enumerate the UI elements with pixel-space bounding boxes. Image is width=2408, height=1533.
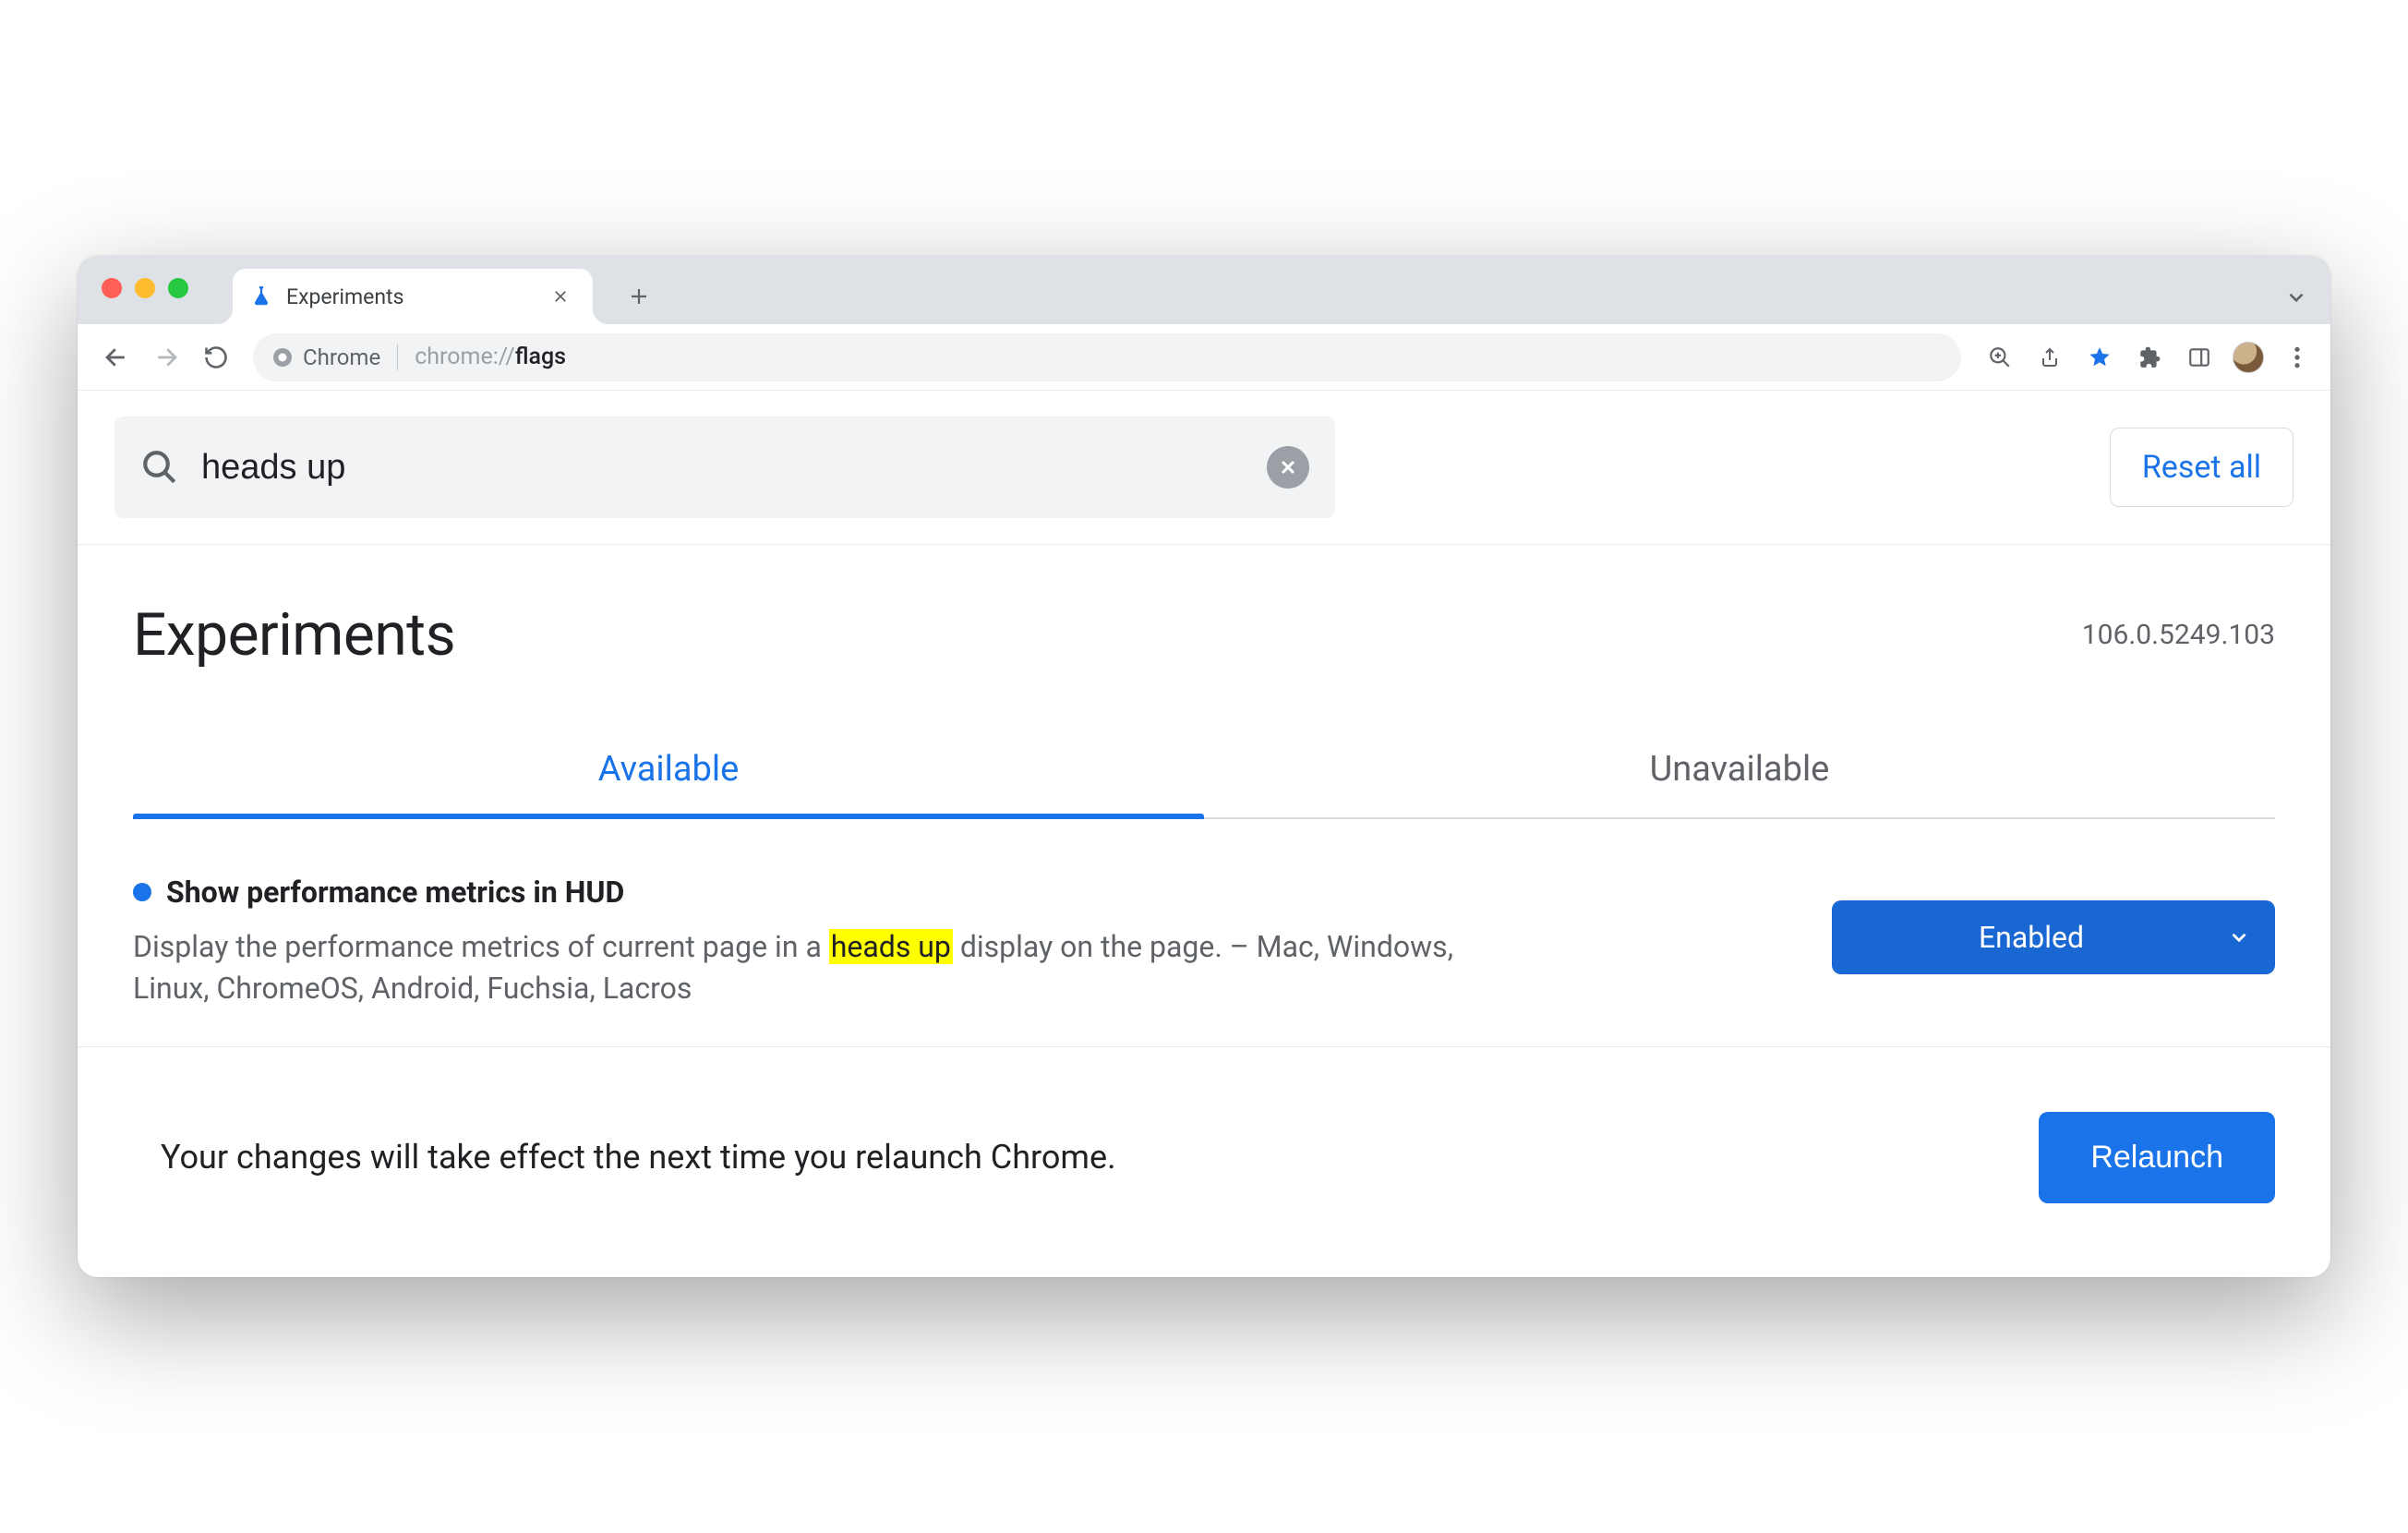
browser-window: Experiments Chrome	[78, 256, 2330, 1277]
chevron-down-icon	[2227, 925, 2251, 949]
reset-all-button[interactable]: Reset all	[2110, 428, 2294, 507]
tab-unavailable-label: Unavailable	[1650, 749, 1830, 790]
site-chip-label: Chrome	[303, 344, 380, 370]
kebab-menu-icon[interactable]	[2281, 341, 2314, 374]
zoom-icon[interactable]	[1983, 341, 2017, 374]
window-controls	[102, 278, 188, 298]
page-title: Experiments	[133, 600, 455, 670]
tab-unavailable[interactable]: Unavailable	[1204, 725, 2275, 817]
tabs-dropdown-icon[interactable]	[2284, 285, 2308, 309]
flag-state-select[interactable]: Enabled	[1832, 900, 2275, 974]
reload-button[interactable]	[194, 335, 238, 380]
window-maximize-button[interactable]	[168, 278, 188, 298]
tab-available[interactable]: Available	[133, 725, 1204, 817]
tab-close-icon[interactable]	[547, 284, 574, 308]
flag-description: Display the performance metrics of curre…	[133, 926, 1536, 1009]
clear-search-button[interactable]	[1267, 446, 1309, 489]
omnibox[interactable]: Chrome chrome://flags	[253, 333, 1961, 381]
window-minimize-button[interactable]	[135, 278, 155, 298]
sidepanel-icon[interactable]	[2183, 341, 2216, 374]
browser-tab[interactable]: Experiments	[233, 269, 593, 324]
flag-entry-main: Show performance metrics in HUD Display …	[133, 875, 1795, 1009]
flag-entry: Show performance metrics in HUD Display …	[78, 819, 2330, 1047]
flags-search-row: Reset all	[78, 391, 2330, 545]
profile-avatar[interactable]	[2233, 342, 2264, 373]
relaunch-button[interactable]: Relaunch	[2039, 1112, 2275, 1203]
page-heading-row: Experiments 106.0.5249.103	[78, 545, 2330, 679]
relaunch-bar: Your changes will take effect the next t…	[78, 1047, 2330, 1277]
tab-available-label: Available	[598, 749, 740, 790]
share-icon[interactable]	[2033, 341, 2066, 374]
new-tab-button[interactable]	[620, 278, 657, 315]
flag-title-row: Show performance metrics in HUD	[133, 875, 1795, 910]
url-scheme: chrome://	[415, 344, 514, 370]
site-chip: Chrome	[271, 344, 380, 370]
flask-icon	[249, 284, 273, 308]
nav-toolbar: Chrome chrome://flags	[78, 324, 2330, 391]
toolbar-actions	[1983, 341, 2314, 374]
url-path: flags	[515, 344, 566, 370]
page-content: Reset all Experiments 106.0.5249.103 Ava…	[78, 391, 2330, 1277]
flags-search-box[interactable]	[114, 416, 1335, 518]
bookmark-star-icon[interactable]	[2083, 341, 2116, 374]
omnibox-url: chrome://flags	[415, 344, 566, 370]
tab-title: Experiments	[286, 284, 534, 309]
flags-search-input[interactable]	[199, 447, 1246, 489]
relaunch-message: Your changes will take effect the next t…	[161, 1138, 1116, 1177]
modified-indicator-icon	[133, 883, 151, 901]
search-icon	[140, 448, 179, 487]
back-button[interactable]	[94, 335, 138, 380]
flag-desc-before: Display the performance metrics of curre…	[133, 929, 829, 964]
window-close-button[interactable]	[102, 278, 122, 298]
experiment-tabs: Available Unavailable	[133, 725, 2275, 819]
relaunch-button-label: Relaunch	[2090, 1140, 2223, 1175]
flag-desc-highlight: heads up	[829, 929, 953, 964]
flag-title: Show performance metrics in HUD	[166, 875, 624, 910]
omnibox-separator	[397, 344, 398, 370]
chrome-version: 106.0.5249.103	[2082, 619, 2275, 651]
extensions-icon[interactable]	[2133, 341, 2166, 374]
reset-all-label: Reset all	[2142, 449, 2261, 486]
flag-state-label: Enabled	[1979, 920, 2084, 955]
forward-button[interactable]	[144, 335, 188, 380]
titlebar: Experiments	[78, 256, 2330, 324]
